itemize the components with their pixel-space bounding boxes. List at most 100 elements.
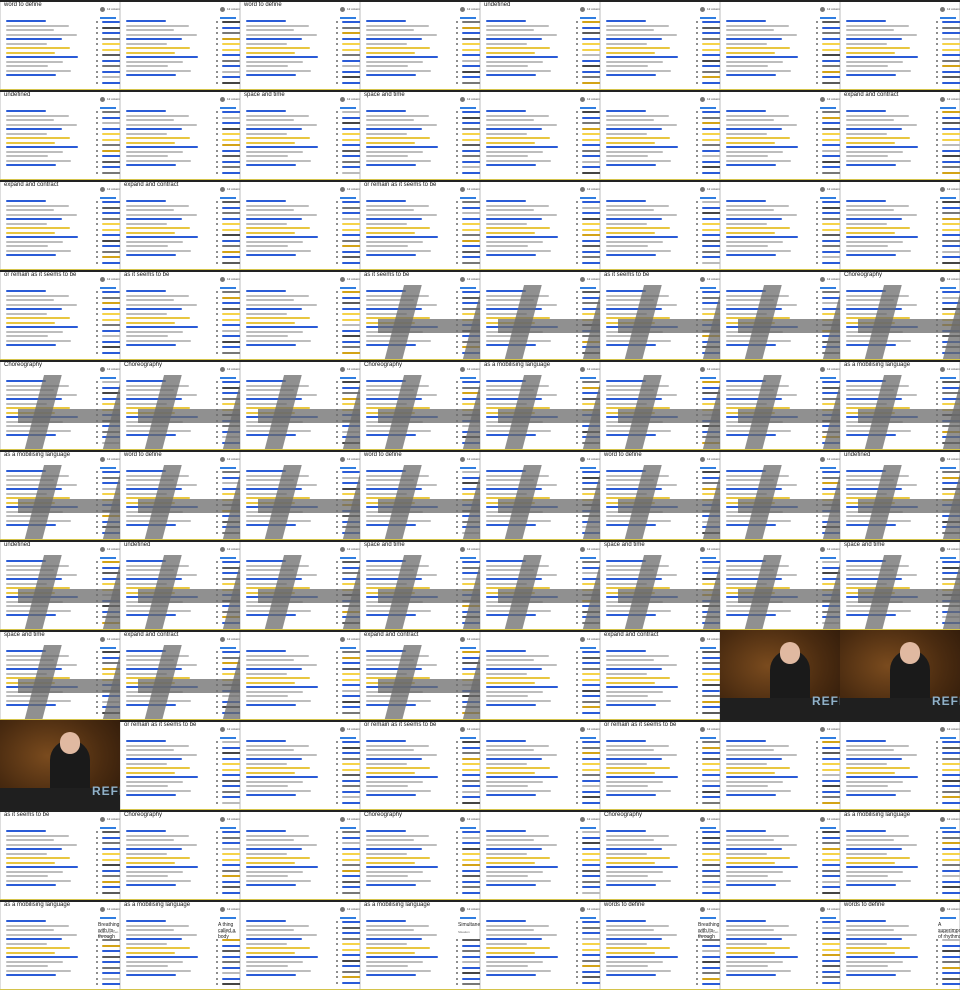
outline-bullet[interactable] [936,966,938,969]
outline-bullet[interactable] [336,757,338,760]
outline-bullet[interactable] [216,307,218,310]
outline-bullet[interactable] [216,955,218,958]
outline-item[interactable] [582,65,600,67]
outline-bullet[interactable] [216,886,218,888]
outline-item[interactable] [102,250,120,253]
outline-item[interactable] [342,335,360,337]
outline-item[interactable] [582,853,600,855]
outline-item[interactable] [222,886,240,888]
outline-bullet[interactable] [96,149,98,152]
outline-item[interactable] [702,831,720,833]
outline-bullet[interactable] [696,144,698,146]
outline-item[interactable] [822,752,840,754]
app-icon[interactable] [220,187,225,192]
outline-bullet[interactable] [936,858,938,861]
outline-bullet[interactable] [336,250,338,253]
outline-bullet[interactable] [576,864,578,866]
app-icon[interactable] [940,97,945,102]
outline-item[interactable] [342,926,360,929]
outline-bullet[interactable] [96,138,98,141]
outline-item[interactable] [102,133,120,135]
outline-item[interactable] [582,858,600,861]
outline-item[interactable] [822,741,840,743]
outline-bullet[interactable] [456,122,458,124]
outline-bullet[interactable] [936,757,938,760]
outline-bullet[interactable] [216,149,218,152]
outline-bullet[interactable] [696,763,698,765]
outline-bullet[interactable] [936,144,938,146]
outline-item[interactable] [102,138,120,141]
outline-bullet[interactable] [96,318,98,321]
outline-bullet[interactable] [216,763,218,765]
outline-item[interactable] [702,801,720,804]
outline-item[interactable] [342,836,360,839]
outline-bullet[interactable] [216,291,218,293]
outline-item[interactable] [942,831,960,833]
app-icon[interactable] [940,547,945,552]
outline-item[interactable] [582,774,600,776]
outline-item[interactable] [822,43,840,45]
outline-bullet[interactable] [456,944,458,947]
outline-bullet[interactable] [696,886,698,888]
selected-row-bar[interactable] [940,917,956,919]
outline-item[interactable] [102,37,120,40]
outline-bullet[interactable] [216,966,218,969]
outline-bullet[interactable] [336,291,338,293]
outline-item[interactable] [102,116,120,119]
outline-item[interactable] [462,785,480,787]
outline-bullet[interactable] [816,32,818,34]
outline-item[interactable] [942,977,960,980]
outline-bullet[interactable] [936,43,938,45]
outline-item[interactable] [222,346,240,348]
outline-bullet[interactable] [216,234,218,236]
outline-item[interactable] [582,171,600,174]
outline-item[interactable] [822,790,840,793]
outline-item[interactable] [342,65,360,67]
outline-item[interactable] [582,689,600,692]
app-icon[interactable] [820,187,825,192]
app-icon[interactable] [220,7,225,12]
outline-item[interactable] [582,752,600,754]
outline-item[interactable] [702,695,720,697]
outline-item[interactable] [822,886,840,888]
outline-item[interactable] [462,144,480,146]
outline-item[interactable] [702,684,720,686]
app-icon[interactable] [340,637,345,642]
outline-item[interactable] [582,976,600,978]
outline-bullet[interactable] [336,774,338,776]
outline-item[interactable] [102,296,120,299]
outline-bullet[interactable] [336,667,338,670]
outline-bullet[interactable] [336,234,338,236]
outline-item[interactable] [222,801,240,804]
outline-bullet[interactable] [576,853,578,855]
outline-bullet[interactable] [336,779,338,782]
outline-item[interactable] [462,886,480,888]
outline-item[interactable] [942,779,960,782]
outline-item[interactable] [342,351,360,354]
outline-item[interactable] [582,763,600,765]
outline-bullet[interactable] [576,932,578,934]
outline-bullet[interactable] [816,779,818,782]
app-icon[interactable] [820,547,825,552]
outline-item[interactable] [222,59,240,62]
outline-item[interactable] [702,977,720,980]
outline-item[interactable] [222,864,240,866]
outline-item[interactable] [942,166,960,168]
outline-bullet[interactable] [936,785,938,787]
outline-item[interactable] [102,318,120,321]
outline-bullet[interactable] [816,239,818,242]
outline-item[interactable] [822,116,840,119]
outline-item[interactable] [462,149,480,152]
outline-bullet[interactable] [96,847,98,850]
outline-bullet[interactable] [816,21,818,23]
outline-bullet[interactable] [96,302,98,304]
outline-item[interactable] [462,752,480,754]
outline-item[interactable] [342,54,360,56]
outline-bullet[interactable] [816,234,818,236]
outline-item[interactable] [702,111,720,113]
outline-item[interactable] [942,223,960,225]
outline-item[interactable] [222,950,240,952]
outline-item[interactable] [342,245,360,247]
selected-row-bar[interactable] [820,917,836,919]
outline-bullet[interactable] [816,774,818,776]
